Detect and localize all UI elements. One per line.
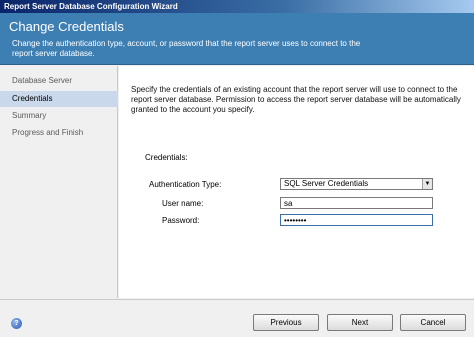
cancel-button[interactable]: Cancel (400, 314, 466, 331)
wizard-steps-sidebar: Database Server Credentials Summary Prog… (0, 66, 118, 298)
credentials-heading: Credentials: (145, 153, 188, 162)
auth-type-value: SQL Server Credentials (284, 179, 369, 188)
page-description: Change the authentication type, account,… (12, 39, 361, 58)
window-title: Report Server Database Configuration Wiz… (0, 0, 474, 13)
auth-type-label: Authentication Type: (149, 180, 222, 189)
sidebar-item-credentials[interactable]: Credentials (0, 91, 118, 107)
previous-button[interactable]: Previous (253, 314, 319, 331)
main-panel: Specify the credentials of an existing a… (119, 66, 474, 298)
button-bar: ? Previous Next Cancel (0, 299, 474, 337)
page-title: Change Credentials (9, 19, 124, 34)
sidebar-item-progress-and-finish[interactable]: Progress and Finish (0, 125, 118, 141)
username-field[interactable] (280, 197, 433, 209)
auth-type-select[interactable]: SQL Server Credentials ▼ (280, 178, 433, 190)
next-button[interactable]: Next (327, 314, 393, 331)
password-field[interactable] (280, 214, 433, 226)
wizard-header: Change Credentials Change the authentica… (0, 13, 474, 65)
intro-text: Specify the credentials of an existing a… (131, 85, 461, 114)
sidebar-item-database-server[interactable]: Database Server (0, 73, 118, 89)
help-icon[interactable]: ? (11, 318, 22, 329)
dropdown-arrow-icon[interactable]: ▼ (422, 179, 432, 189)
sidebar-item-summary[interactable]: Summary (0, 108, 118, 124)
password-label: Password: (162, 216, 200, 225)
username-label: User name: (162, 199, 204, 208)
